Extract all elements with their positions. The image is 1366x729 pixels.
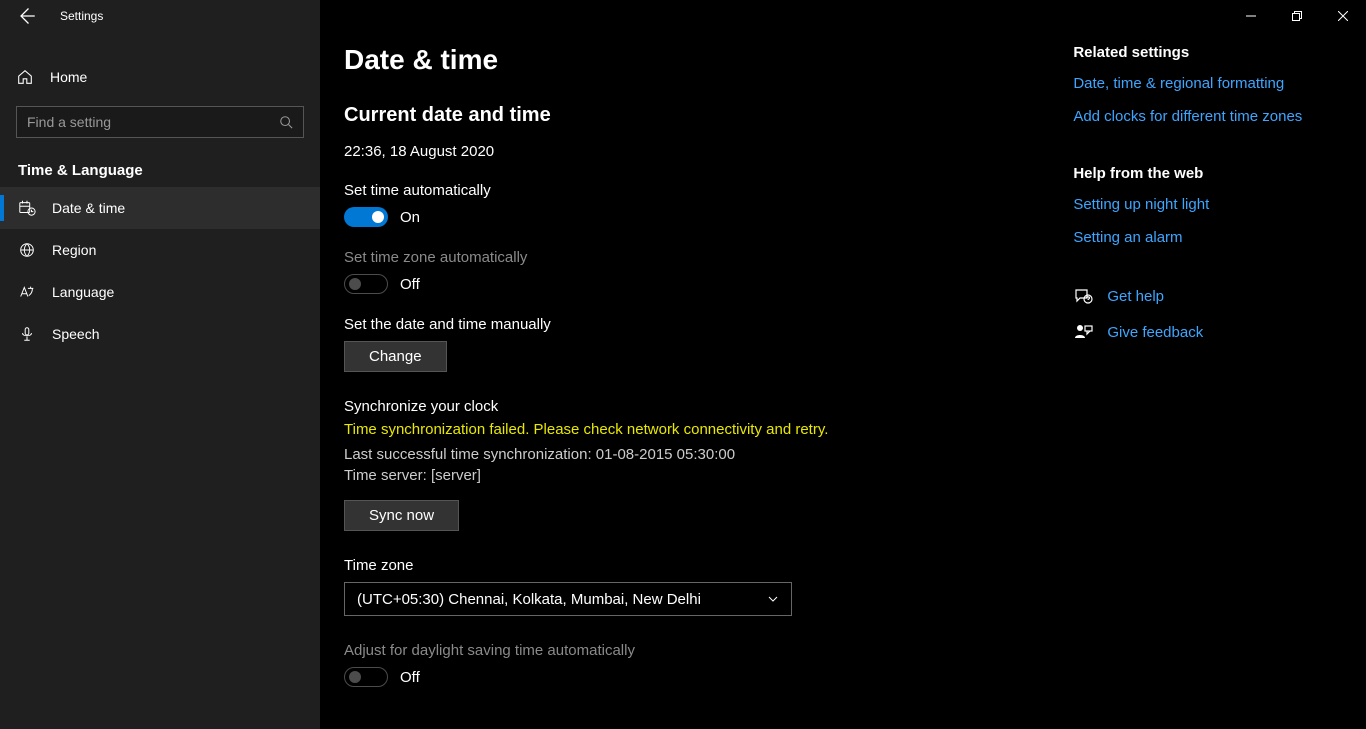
- nav-label: Date & time: [52, 200, 125, 216]
- sidebar-item-region[interactable]: Region: [0, 229, 320, 271]
- date-time-icon: [18, 199, 36, 217]
- current-datetime-heading: Current date and time: [344, 104, 1073, 127]
- right-rail: Related settings Date, time & regional f…: [1073, 44, 1342, 709]
- globe-icon: [18, 241, 36, 259]
- search-box[interactable]: [16, 106, 304, 138]
- auto-time-label: Set time automatically: [344, 182, 1073, 199]
- manual-date-label: Set the date and time manually: [344, 316, 1073, 333]
- dst-state: Off: [400, 669, 420, 686]
- chevron-down-icon: [767, 593, 779, 605]
- maximize-icon: [1292, 11, 1302, 21]
- timezone-label: Time zone: [344, 557, 1073, 574]
- close-icon: [1338, 11, 1348, 21]
- search-wrap: [0, 98, 320, 146]
- nav-label: Language: [52, 284, 114, 300]
- link-get-help[interactable]: Get help: [1073, 286, 1342, 306]
- sync-now-button[interactable]: Sync now: [344, 500, 459, 531]
- dst-label: Adjust for daylight saving time automati…: [344, 642, 1073, 659]
- auto-tz-toggle: [344, 274, 388, 294]
- dst-toggle: [344, 667, 388, 687]
- titlebar: Settings: [0, 0, 320, 32]
- sidebar: Settings Home Time & Language Date & tim…: [0, 0, 320, 729]
- arrow-left-icon: [16, 6, 36, 26]
- search-input[interactable]: [27, 114, 279, 130]
- sync-last-text: Last successful time synchronization: 01…: [344, 444, 1073, 465]
- chat-help-icon: [1073, 286, 1093, 306]
- nav-label: Speech: [52, 326, 99, 342]
- link-add-clocks[interactable]: Add clocks for different time zones: [1073, 108, 1342, 125]
- sidebar-item-date-time[interactable]: Date & time: [0, 187, 320, 229]
- timezone-value: (UTC+05:30) Chennai, Kolkata, Mumbai, Ne…: [357, 591, 701, 608]
- auto-time-toggle[interactable]: [344, 207, 388, 227]
- app-title: Settings: [60, 9, 103, 23]
- auto-time-state: On: [400, 209, 420, 226]
- change-button[interactable]: Change: [344, 341, 447, 372]
- main: Date & time Current date and time 22:36,…: [320, 0, 1366, 729]
- auto-tz-label: Set time zone automatically: [344, 249, 1073, 266]
- sync-server-text: Time server: [server]: [344, 465, 1073, 486]
- language-icon: [18, 283, 36, 301]
- link-regional-formatting[interactable]: Date, time & regional formatting: [1073, 75, 1342, 92]
- current-datetime-value: 22:36, 18 August 2020: [344, 143, 1073, 160]
- sidebar-item-speech[interactable]: Speech: [0, 313, 320, 355]
- link-night-light[interactable]: Setting up night light: [1073, 196, 1342, 213]
- link-setting-alarm[interactable]: Setting an alarm: [1073, 229, 1342, 246]
- sidebar-home[interactable]: Home: [0, 56, 320, 98]
- window-controls: [1228, 0, 1366, 32]
- page-title: Date & time: [344, 44, 1073, 76]
- sidebar-group-title: Time & Language: [0, 146, 320, 187]
- sidebar-home-label: Home: [50, 69, 87, 85]
- minimize-button[interactable]: [1228, 0, 1274, 32]
- minimize-icon: [1246, 11, 1256, 21]
- back-button[interactable]: [16, 6, 36, 26]
- help-from-web-title: Help from the web: [1073, 165, 1342, 182]
- maximize-button[interactable]: [1274, 0, 1320, 32]
- close-button[interactable]: [1320, 0, 1366, 32]
- sync-heading: Synchronize your clock: [344, 398, 1073, 415]
- search-icon: [279, 115, 293, 129]
- nav-label: Region: [52, 242, 96, 258]
- sync-error-text: Time synchronization failed. Please chec…: [344, 421, 1073, 438]
- related-settings-title: Related settings: [1073, 44, 1342, 61]
- sidebar-item-language[interactable]: Language: [0, 271, 320, 313]
- microphone-icon: [18, 325, 36, 343]
- feedback-icon: [1073, 322, 1093, 342]
- home-icon: [16, 68, 34, 86]
- link-give-feedback[interactable]: Give feedback: [1073, 322, 1342, 342]
- timezone-dropdown[interactable]: (UTC+05:30) Chennai, Kolkata, Mumbai, Ne…: [344, 582, 792, 616]
- auto-tz-state: Off: [400, 276, 420, 293]
